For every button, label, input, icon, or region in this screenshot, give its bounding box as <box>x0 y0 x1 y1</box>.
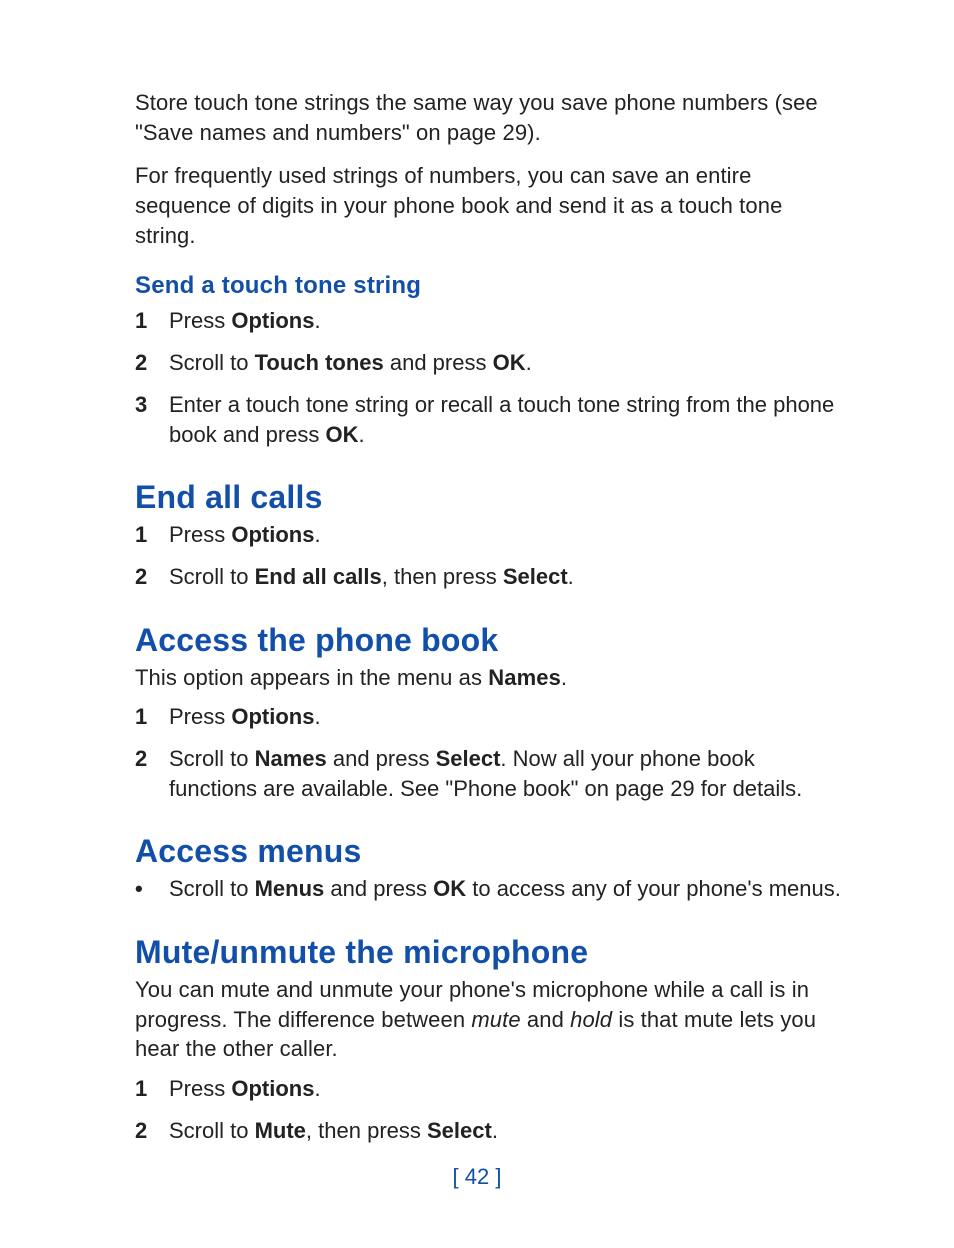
bold: Options <box>231 1076 314 1101</box>
text: . <box>492 1118 498 1143</box>
text: Scroll to <box>169 746 255 771</box>
list-item: 1 Press Options. <box>135 1074 844 1104</box>
text: . <box>359 422 365 447</box>
bold: Menus <box>255 876 325 901</box>
bold: Select <box>436 746 501 771</box>
text: . <box>314 522 320 547</box>
step-number: 3 <box>135 390 169 420</box>
bullet-dot: • <box>135 874 169 904</box>
step-number: 1 <box>135 306 169 336</box>
text: Scroll to <box>169 564 255 589</box>
text: . <box>314 704 320 729</box>
text: Press <box>169 522 231 547</box>
bold: Mute <box>255 1118 306 1143</box>
heading-mute-unmute: Mute/unmute the microphone <box>135 934 844 971</box>
text: Store touch tone strings the same way yo… <box>135 90 818 145</box>
text: Scroll to <box>169 876 255 901</box>
heading-send-touch-tone: Send a touch tone string <box>135 272 844 300</box>
document-page: Store touch tone strings the same way yo… <box>0 0 954 1248</box>
text: Press <box>169 704 231 729</box>
step-number: 2 <box>135 1116 169 1146</box>
step-number: 2 <box>135 744 169 774</box>
step-text: Enter a touch tone string or recall a to… <box>169 390 844 449</box>
text: . <box>526 350 532 375</box>
step-number: 2 <box>135 348 169 378</box>
text: to access any of your phone's menus. <box>466 876 841 901</box>
step-text: Press Options. <box>169 520 844 550</box>
text: Press <box>169 308 231 333</box>
list-item: • Scroll to Menus and press OK to access… <box>135 874 844 904</box>
mute-intro: You can mute and unmute your phone's mic… <box>135 975 844 1064</box>
bold: Touch tones <box>255 350 384 375</box>
intro-paragraph-1: Store touch tone strings the same way yo… <box>135 88 844 147</box>
bold: OK <box>433 876 466 901</box>
step-text: Scroll to End all calls, then press Sele… <box>169 562 844 592</box>
steps-mute-unmute: 1 Press Options. 2 Scroll to Mute, then … <box>135 1074 844 1145</box>
text: and press <box>324 876 433 901</box>
bold: Options <box>231 308 314 333</box>
italic: hold <box>570 1007 612 1032</box>
list-item: 1 Press Options. <box>135 702 844 732</box>
text: and press <box>327 746 436 771</box>
intro-paragraph-2: For frequently used strings of numbers, … <box>135 161 844 250</box>
text: and <box>521 1007 570 1032</box>
step-text: Scroll to Touch tones and press OK. <box>169 348 844 378</box>
step-text: Press Options. <box>169 1074 844 1104</box>
page-number: [ 42 ] <box>0 1164 954 1190</box>
bold: Select <box>427 1118 492 1143</box>
bold: OK <box>493 350 526 375</box>
steps-send-touch-tone: 1 Press Options. 2 Scroll to Touch tones… <box>135 306 844 449</box>
text: . <box>314 1076 320 1101</box>
text: Scroll to <box>169 350 255 375</box>
step-text: Press Options. <box>169 306 844 336</box>
heading-access-phone-book: Access the phone book <box>135 622 844 659</box>
heading-end-all-calls: End all calls <box>135 479 844 516</box>
text: , then press <box>306 1118 427 1143</box>
steps-end-all-calls: 1 Press Options. 2 Scroll to End all cal… <box>135 520 844 591</box>
phonebook-intro: This option appears in the menu as Names… <box>135 663 844 693</box>
steps-access-phone-book: 1 Press Options. 2 Scroll to Names and p… <box>135 702 844 803</box>
bullet-text: Scroll to Menus and press OK to access a… <box>169 874 841 904</box>
text: . <box>561 665 567 690</box>
text: . <box>314 308 320 333</box>
list-item: 1 Press Options. <box>135 306 844 336</box>
bullets-access-menus: • Scroll to Menus and press OK to access… <box>135 874 844 904</box>
step-text: Scroll to Mute, then press Select. <box>169 1116 844 1146</box>
step-number: 1 <box>135 520 169 550</box>
list-item: 2 Scroll to End all calls, then press Se… <box>135 562 844 592</box>
text: and press <box>384 350 493 375</box>
italic: mute <box>471 1007 520 1032</box>
bold: Select <box>503 564 568 589</box>
text: Scroll to <box>169 1118 255 1143</box>
bold: Names <box>255 746 327 771</box>
list-item: 2 Scroll to Touch tones and press OK. <box>135 348 844 378</box>
bold: Options <box>231 704 314 729</box>
list-item: 3 Enter a touch tone string or recall a … <box>135 390 844 449</box>
step-number: 2 <box>135 562 169 592</box>
step-number: 1 <box>135 702 169 732</box>
bold: Options <box>231 522 314 547</box>
bold: Names <box>488 665 561 690</box>
heading-access-menus: Access menus <box>135 833 844 870</box>
text: Enter a touch tone string or recall a to… <box>169 392 834 447</box>
bold: End all calls <box>255 564 382 589</box>
step-text: Press Options. <box>169 702 844 732</box>
list-item: 1 Press Options. <box>135 520 844 550</box>
list-item: 2 Scroll to Mute, then press Select. <box>135 1116 844 1146</box>
bold: OK <box>326 422 359 447</box>
step-number: 1 <box>135 1074 169 1104</box>
text: Press <box>169 1076 231 1101</box>
text: . <box>568 564 574 589</box>
text: For frequently used strings of numbers, … <box>135 163 782 247</box>
text: , then press <box>382 564 503 589</box>
list-item: 2 Scroll to Names and press Select. Now … <box>135 744 844 803</box>
text: This option appears in the menu as <box>135 665 488 690</box>
step-text: Scroll to Names and press Select. Now al… <box>169 744 844 803</box>
